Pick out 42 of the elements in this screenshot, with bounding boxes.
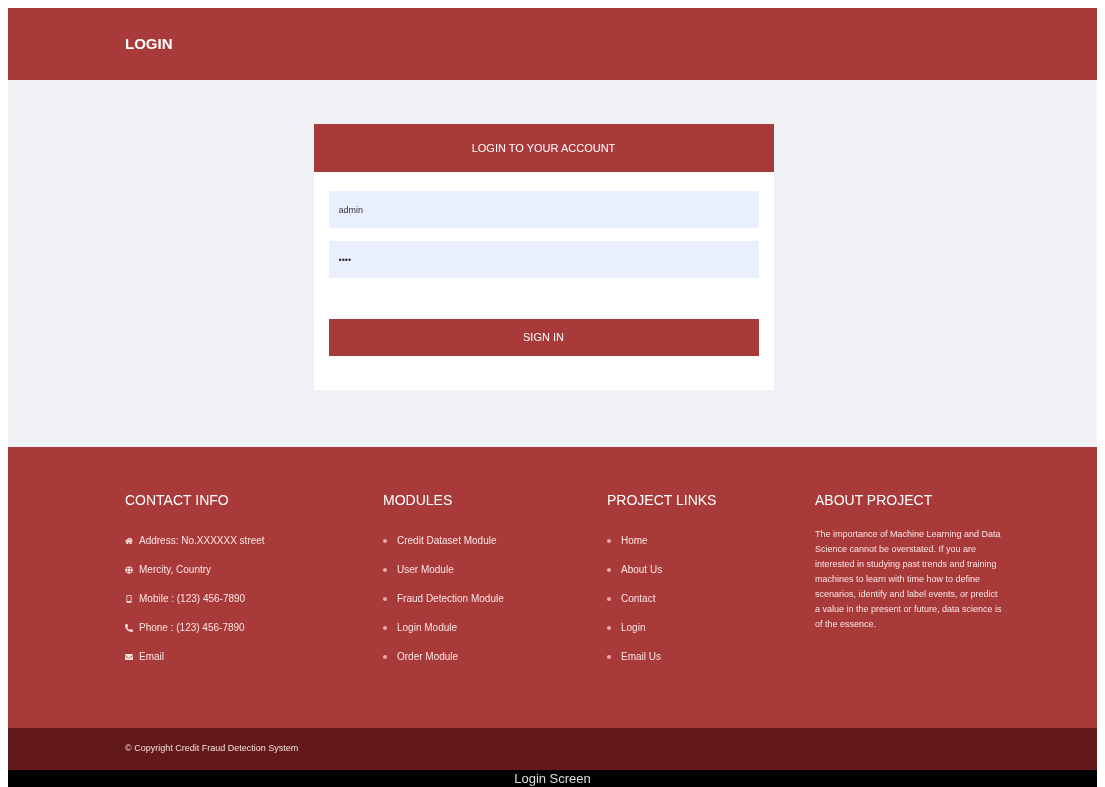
footer-link[interactable]: Contact: [621, 591, 656, 606]
footer-link[interactable]: About Us: [621, 562, 663, 577]
footer-link[interactable]: Login Module: [397, 620, 458, 635]
footer-link[interactable]: Fraud Detection Module: [397, 591, 504, 606]
footer-link[interactable]: User Module: [397, 562, 454, 577]
sign-in-button[interactable]: SIGN IN: [328, 319, 759, 356]
contact-text: Address: No.XXXXXX street: [139, 534, 265, 548]
bullet-icon: [383, 654, 387, 659]
bullet-icon: [607, 596, 611, 601]
bullet-icon: [607, 654, 611, 659]
contact-text: Email: [139, 650, 164, 664]
footer-heading: CONTACT INFO: [125, 491, 230, 510]
footer-link[interactable]: Login: [621, 620, 646, 635]
caption-text: Login Screen: [514, 770, 591, 787]
contact-text: Mercity, Country: [139, 563, 212, 577]
footer-link[interactable]: Order Module: [397, 649, 459, 664]
home-icon: [125, 536, 133, 545]
bullet-icon: [383, 596, 387, 601]
bullet-icon: [607, 625, 611, 630]
contact-text: Mobile : (123) 456-7890: [139, 592, 246, 606]
page-title: LOGIN: [125, 33, 173, 54]
username-field[interactable]: admin: [328, 191, 759, 228]
bullet-icon: [607, 567, 611, 572]
bullet-icon: [383, 625, 387, 630]
footer-heading: PROJECT LINKS: [607, 491, 718, 510]
mobile-phone-icon: [125, 594, 133, 603]
bullet-icon: [383, 538, 387, 543]
footer-heading: MODULES: [383, 491, 454, 510]
card-title: LOGIN TO YOUR ACCOUNT: [471, 140, 616, 156]
footer-heading: ABOUT PROJECT: [815, 491, 934, 510]
contact-text: Phone : (123) 456-7890: [139, 621, 245, 635]
envelope-icon: [125, 652, 133, 661]
footer-link[interactable]: Home: [621, 533, 648, 548]
footer-link[interactable]: Credit Dataset Module: [397, 533, 497, 548]
phone-icon: [125, 623, 133, 632]
about-text: The importance of Machine Learning and Data Science cannot be overstated. If you are interested in studying past trends and training machines to learn with time how to define scenarios, identify and label events, or predict a value in the present or future, data science is of the essence.: [815, 528, 1003, 631]
bullet-icon: [383, 567, 387, 572]
bullet-icon: [607, 538, 611, 543]
globe-icon: [125, 565, 133, 574]
password-field[interactable]: ••••: [328, 241, 759, 278]
copyright-text: © Copyright Credit Fraud Detection System: [125, 742, 299, 756]
footer-link[interactable]: Email Us: [621, 649, 661, 664]
